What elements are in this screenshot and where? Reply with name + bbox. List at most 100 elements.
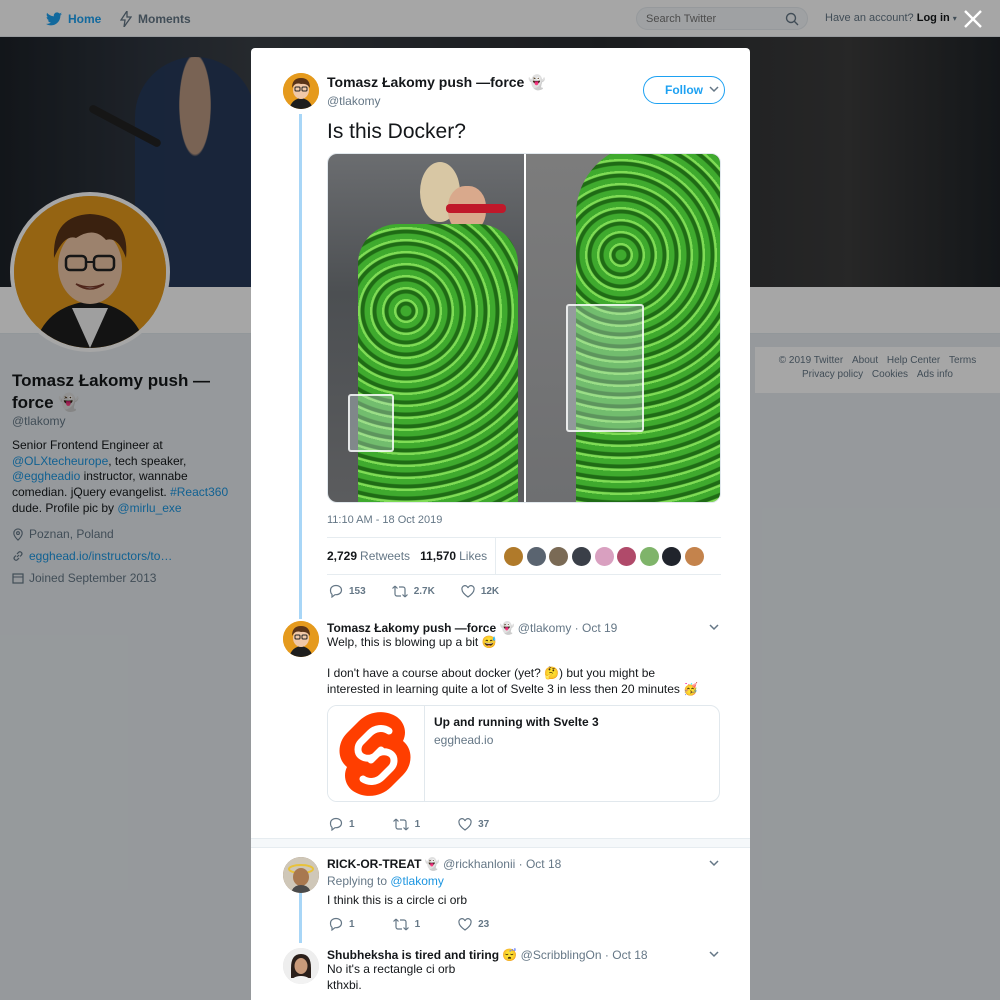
media-photo-left[interactable] [328,154,524,502]
reply-author-name[interactable]: Shubheksha is tired and tiring [327,948,499,962]
liker-avatar[interactable] [684,546,704,566]
reply-text: I think this is a circle ci orb [327,893,468,907]
main-tweet-actions: 153 2.7K 12K [329,584,525,598]
chevron-down-icon[interactable] [708,857,720,869]
svelte-logo-icon [339,711,411,796]
like-count: 23 [478,918,490,930]
sleeping-emoji: 😴 [502,948,518,962]
reply-count: 153 [349,585,366,597]
reply-header: Shubheksha is tired and tiring 😴 @Scribb… [327,948,648,962]
reply-author-name[interactable]: Tomasz Łakomy push —force [327,621,496,635]
reply-count: 1 [349,918,355,930]
retweet-icon [392,818,409,830]
likes-count[interactable]: 11,570 [420,549,456,563]
reply-date[interactable]: · Oct 18 [605,948,648,962]
reply-button[interactable]: 153 [329,584,366,598]
media-photo-right[interactable] [526,154,720,502]
reply-author-handle[interactable]: @ScribblingOn [521,948,602,962]
user-avatar[interactable] [283,857,319,893]
reply-date[interactable]: · Oct 18 [519,857,562,871]
reply-actions: 1 1 23 [329,917,515,931]
liker-avatar[interactable] [617,546,637,566]
link-card-body: Up and running with Svelte 3 egghead.io [425,706,608,801]
user-avatar[interactable] [283,948,319,984]
liker-avatar[interactable] [549,546,569,566]
liker-avatar[interactable] [662,546,682,566]
retweets-count[interactable]: 2,729 [327,549,357,563]
photo-sunglasses [446,204,506,213]
link-card-title: Up and running with Svelte 3 [434,715,599,729]
reply-author-handle[interactable]: @rickhanlonii [443,857,515,871]
chevron-down-icon[interactable] [708,621,720,633]
retweet-button[interactable]: 1 [392,818,421,831]
tweet-stats: 2,729 Retweets 11,570 Likes [327,537,721,575]
liker-avatar[interactable] [526,546,546,566]
author-name-text: Tomasz Łakomy push —force [327,74,525,90]
retweet-count: 1 [414,918,421,930]
like-button[interactable]: 37 [458,817,489,831]
reply-text: No it's a rectangle ci orb [327,962,456,976]
reply-button[interactable]: 1 [329,917,355,931]
chevron-down-icon[interactable] [708,948,720,960]
author-avatar[interactable] [283,621,319,657]
ghost-emoji: 👻 [528,74,546,90]
reply-button[interactable]: 1 [329,817,355,831]
reply-text: Welp, this is blowing up a bit 😅 [327,635,497,649]
reply-author-name[interactable]: RICK-OR-TREAT [327,857,421,871]
reply-actions: 1 1 37 [329,817,515,831]
ghost-emoji: 👻 [499,621,515,635]
heart-icon [458,917,472,931]
reply-date[interactable]: · Oct 19 [575,621,618,635]
retweet-button[interactable]: 1 [392,918,421,931]
author-avatar[interactable] [283,73,319,109]
reply-text: I don't have a course about docker (yet?… [327,666,699,696]
liker-avatar[interactable] [571,546,591,566]
svelte-logo-thumbnail [328,706,425,801]
tweet-timestamp[interactable]: 11:10 AM - 18 Oct 2019 [327,514,442,526]
retweet-count: 1 [414,818,421,830]
liker-avatar[interactable] [594,546,614,566]
thread-connector-line [299,114,302,619]
conversation-divider [251,838,750,848]
reply-icon [329,917,343,931]
photo-clear-bag [566,304,644,432]
like-button[interactable]: 23 [458,917,490,931]
likes-label[interactable]: Likes [459,549,487,563]
replying-to-prefix: Replying to [327,874,391,888]
photo-clear-bag [348,394,394,452]
tweet-modal: Tomasz Łakomy push —force 👻 @tlakomy Fol… [251,48,750,1000]
stats-divider [495,537,497,575]
reply-header: RICK-OR-TREAT 👻 @rickhanlonii · Oct 18 [327,857,561,871]
link-card[interactable]: Up and running with Svelte 3 egghead.io [327,705,720,802]
close-icon[interactable] [962,8,984,30]
replying-to: Replying to @tlakomy [327,874,707,890]
retweet-button[interactable]: 2.7K [391,585,435,598]
author-avatar-art [283,73,319,109]
liker-avatar[interactable] [504,546,524,566]
reply-author-handle[interactable]: @tlakomy [518,621,572,635]
reply-text: kthxbi. [327,978,362,992]
tweet-text: Is this Docker? [327,120,466,143]
photo-green-outfit [358,224,518,502]
reply-tweet[interactable]: Shubheksha is tired and tiring 😴 @Scribb… [283,948,723,1000]
reply-icon [329,584,343,598]
tweet-media[interactable] [327,153,721,503]
heart-icon [461,584,475,598]
author-handle[interactable]: @tlakomy [327,94,381,108]
retweets-label[interactable]: Retweets [360,549,410,563]
retweet-icon [391,585,408,597]
link-card-domain: egghead.io [434,733,494,747]
user-avatar-art [283,948,319,984]
liker-avatar[interactable] [639,546,659,566]
likers-avatars [504,546,707,566]
like-button[interactable]: 12K [461,584,500,598]
main-tweet-header: Tomasz Łakomy push —force 👻 @tlakomy Fol… [283,73,725,113]
retweet-icon [392,918,409,930]
reply-icon [329,817,343,831]
replying-to-link[interactable]: @tlakomy [390,874,444,888]
author-name[interactable]: Tomasz Łakomy push —force 👻 [327,74,546,91]
author-avatar-art [283,621,319,657]
heart-icon [458,817,472,831]
chevron-down-icon[interactable] [708,83,720,95]
like-count: 12K [480,585,500,597]
